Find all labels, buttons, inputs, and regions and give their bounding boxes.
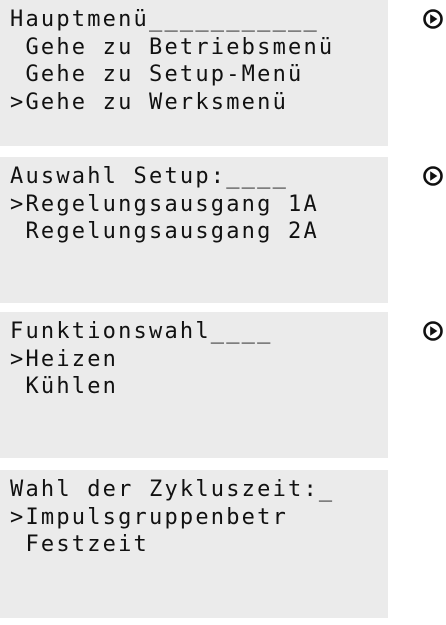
screen-title: Wahl der Zykluszeit:_	[10, 477, 335, 502]
lcd-screen-zykluszeit: Wahl der Zykluszeit:_ >Impulsgruppenbetr…	[0, 470, 388, 618]
menu-item-regelungsausgang-1a-selected[interactable]: >Regelungsausgang 1A	[10, 191, 388, 219]
menu-item-kuehlen[interactable]: Kühlen	[10, 373, 388, 401]
menu-item-setup-menue[interactable]: Gehe zu Setup-Menü	[10, 61, 388, 89]
menu-item-festzeit[interactable]: Festzeit	[10, 531, 388, 559]
screen-title: Auswahl Setup:____	[10, 164, 289, 189]
lcd-screen-hauptmenue: Hauptmenü___________ Gehe zu Betriebsmen…	[0, 0, 388, 146]
lcd-screen-funktionswahl: Funktionswahl____ >Heizen Kühlen	[0, 312, 388, 458]
arrow-right-circle-icon	[423, 321, 443, 341]
lcd-screen-auswahl-setup: Auswahl Setup:____ >Regelungsausgang 1A …	[0, 157, 388, 303]
menu-item-regelungsausgang-2a[interactable]: Regelungsausgang 2A	[10, 218, 388, 246]
menu-item-betriebsmenue[interactable]: Gehe zu Betriebsmenü	[10, 34, 388, 62]
menu-item-impulsgruppenbetr-selected[interactable]: >Impulsgruppenbetr	[10, 504, 388, 532]
screen-title: Hauptmenü___________	[10, 7, 319, 32]
menu-item-werksmenue-selected[interactable]: >Gehe zu Werksmenü	[10, 89, 388, 117]
empty-line	[10, 246, 388, 274]
screen-title: Funktionswahl____	[10, 319, 273, 344]
arrow-right-circle-icon	[423, 9, 443, 29]
arrow-right-circle-icon	[423, 166, 443, 186]
empty-line	[10, 401, 388, 429]
empty-line	[10, 559, 388, 587]
menu-item-heizen-selected[interactable]: >Heizen	[10, 346, 388, 374]
